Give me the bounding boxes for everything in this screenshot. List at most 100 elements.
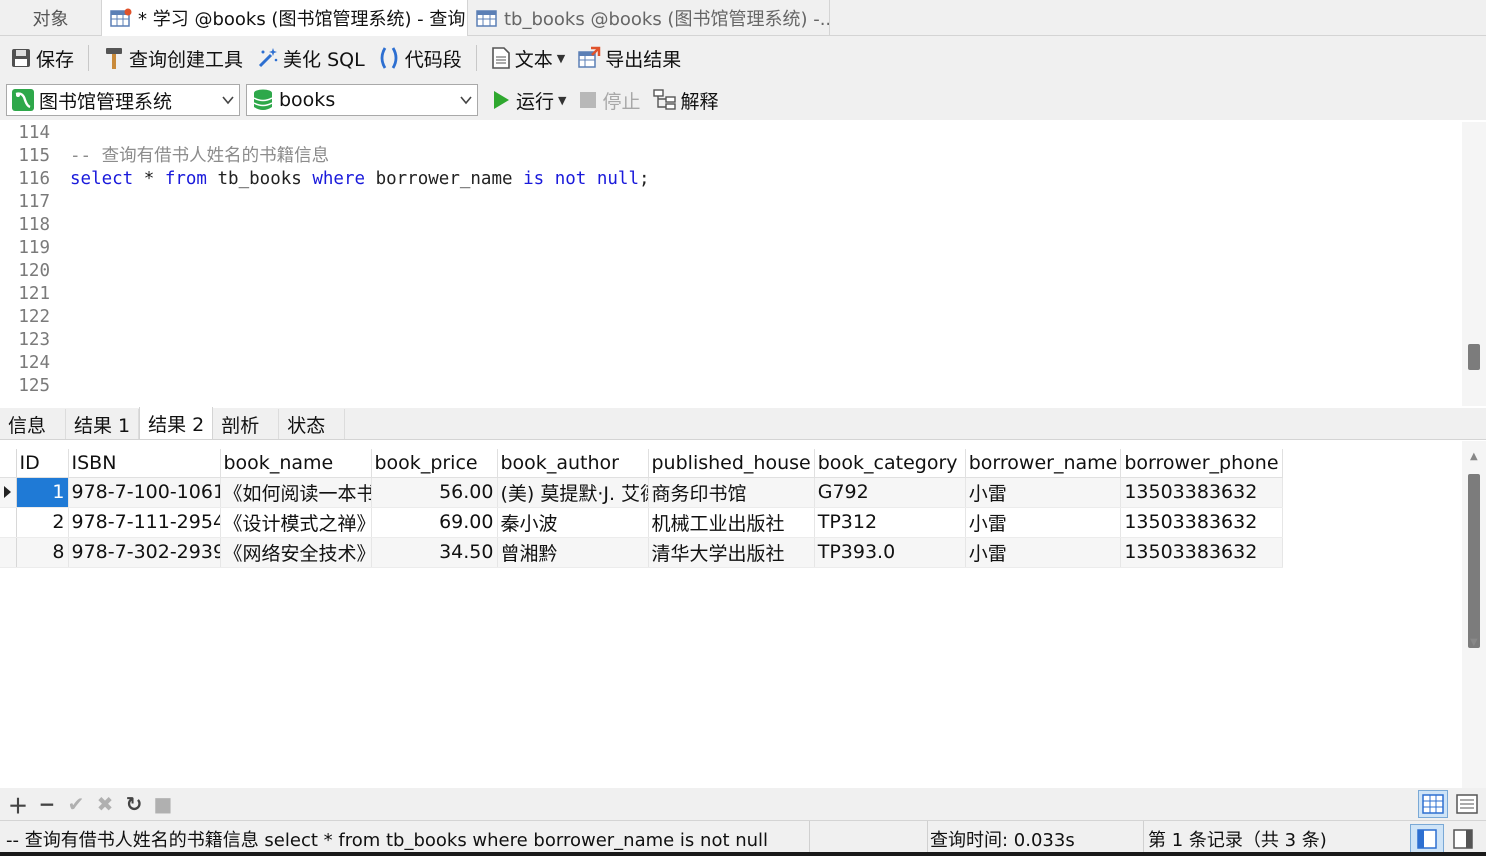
table-cell[interactable]: 8 [16,537,69,568]
table-cell[interactable]: TP312 [814,507,966,538]
database-select[interactable]: books [246,84,478,116]
editor-scrollbar-thumb[interactable] [1468,344,1480,370]
refresh-button[interactable]: ↻ [120,790,148,818]
code-line[interactable]: 123 [0,329,70,352]
connection-select[interactable]: 图书馆管理系统 [6,84,240,116]
column-header[interactable]: borrower_name [965,449,1122,478]
stop-load-button[interactable]: ■ [149,790,177,818]
table-cell[interactable]: 小雷 [965,537,1122,568]
toggle-right-panel-button[interactable] [1446,824,1480,854]
table-cell[interactable]: 1 [16,477,69,508]
explain-button[interactable]: 解释 [647,84,725,116]
code-line[interactable]: 115 -- 查询有借书人姓名的书籍信息 [0,145,329,168]
beautify-sql-button[interactable]: 美化 SQL [249,42,371,74]
code-line[interactable]: 120 [0,260,70,283]
table-cell[interactable]: 小雷 [965,477,1122,508]
tab-query-editor[interactable]: * 学习 @books (图书馆管理系统) - 查询 [102,0,468,36]
code-line[interactable]: 124 [0,352,70,375]
tab-label: 状态 [287,414,326,437]
dropdown-caret-icon[interactable]: ▼ [558,94,566,107]
table-cell[interactable]: 秦小波 [497,507,649,538]
form-view-button[interactable] [1452,790,1482,818]
code-line[interactable]: 116 select * from tb_books where borrower… [0,168,649,191]
table-cell[interactable]: 56.00 [371,477,498,508]
export-results-button[interactable]: 导出结果 [571,42,687,74]
line-number: 117 [18,192,50,212]
tab-result-2[interactable]: 结果 2 [139,407,214,439]
table-cell[interactable]: 978-7-302-29391 [68,537,221,568]
table-row[interactable]: 1978-7-100-10618《如何阅读一本书》56.00(美) 莫提默·J.… [0,477,1283,508]
text-mode-button[interactable]: 文本 ▼ [485,42,571,74]
table-cell[interactable]: 清华大学出版社 [648,537,815,568]
column-header[interactable]: ID [16,449,69,478]
column-header[interactable]: book_name [220,449,372,478]
table-cell[interactable]: 978-7-100-10618 [68,477,221,508]
row-indicator[interactable] [0,537,17,568]
line-number: 114 [18,123,50,143]
line-number: 124 [18,353,50,373]
table-cell[interactable]: 13503383632 [1120,507,1283,538]
query-builder-button[interactable]: 查询创建工具 [97,42,249,74]
row-indicator[interactable] [0,477,17,508]
grid-view-button[interactable] [1418,790,1448,818]
table-cell[interactable]: TP393.0 [814,537,966,568]
table-cell[interactable]: (美) 莫提默·J. 艾德勒 [497,477,649,508]
tab-label: 信息 [8,414,47,437]
table-cell[interactable]: 小雷 [965,507,1122,538]
code-line[interactable]: 125 [0,375,70,398]
sql-editor[interactable]: 114 115 -- 查询有借书人姓名的书籍信息 116 select * from t… [0,122,1462,406]
table-row[interactable]: 8978-7-302-29391《网络安全技术》34.50曾湘黔清华大学出版社T… [0,537,1283,568]
tab-info[interactable]: 信息 [0,409,66,439]
code-line[interactable]: 119 [0,237,70,260]
code-line[interactable]: 118 [0,214,70,237]
table-row[interactable]: 2978-7-111-29544《设计模式之禅》69.00秦小波机械工业出版社T… [0,507,1283,538]
table-cell[interactable]: 机械工业出版社 [648,507,815,538]
table-cell[interactable]: 34.50 [371,537,498,568]
column-header[interactable]: ISBN [68,449,221,478]
table-cell[interactable]: 《网络安全技术》 [220,537,372,568]
column-header[interactable]: borrower_phone [1120,449,1283,478]
minus-icon: − [38,792,56,816]
tab-label: 结果 2 [148,413,205,436]
column-header[interactable]: book_category [814,449,966,478]
apply-changes-button[interactable]: ✔ [62,790,90,818]
editor-scrollbar[interactable] [1462,122,1486,406]
run-button[interactable]: 运行 ▼ [484,84,572,116]
table-cell[interactable]: 13503383632 [1120,477,1283,508]
tab-status[interactable]: 状态 [279,409,346,439]
grid-scrollbar-thumb[interactable] [1468,474,1480,648]
code-line[interactable]: 114 [0,122,70,145]
table-cell[interactable]: 《设计模式之禅》 [220,507,372,538]
table-cell[interactable]: 69.00 [371,507,498,538]
delete-record-button[interactable]: − [33,790,61,818]
column-header[interactable]: published_house [648,449,815,478]
row-indicator[interactable] [0,507,17,538]
tab-objects[interactable]: 对象 [0,0,102,36]
save-button[interactable]: 保存 [4,42,80,74]
tab-result-1[interactable]: 结果 1 [66,409,140,439]
scroll-up-icon[interactable]: ▲ [1470,451,1478,462]
code-line[interactable]: 121 [0,283,70,306]
tab-table-design[interactable]: tb_books @books (图书馆管理系统) -... [468,0,830,36]
tab-profile[interactable]: 剖析 [213,409,280,439]
code-line[interactable]: 122 [0,306,70,329]
table-cell[interactable]: 《如何阅读一本书》 [220,477,372,508]
table-cell[interactable]: 商务印书馆 [648,477,815,508]
column-header[interactable]: book_price [371,449,498,478]
add-record-button[interactable]: ＋ [4,790,32,818]
dropdown-caret-icon[interactable]: ▼ [557,52,565,65]
discard-changes-button[interactable]: ✖ [91,790,119,818]
table-cell[interactable]: 曾湘黔 [497,537,649,568]
table-cell[interactable]: 978-7-111-29544 [68,507,221,538]
result-grid[interactable]: ID ISBN book_name book_price book_author publ… [0,441,1462,788]
column-header[interactable]: book_author [497,449,649,478]
grid-scrollbar[interactable]: ▲ ▼ [1462,441,1486,788]
stop-button[interactable]: 停止 [572,84,646,116]
toggle-left-panel-button[interactable] [1410,823,1444,854]
table-cell[interactable]: 2 [16,507,69,538]
table-cell[interactable]: 13503383632 [1120,537,1283,568]
table-cell[interactable]: G792 [814,477,966,508]
scroll-down-icon[interactable]: ▼ [1470,637,1478,648]
code-line[interactable]: 117 [0,191,70,214]
code-snippet-button[interactable]: 代码段 [371,42,468,74]
